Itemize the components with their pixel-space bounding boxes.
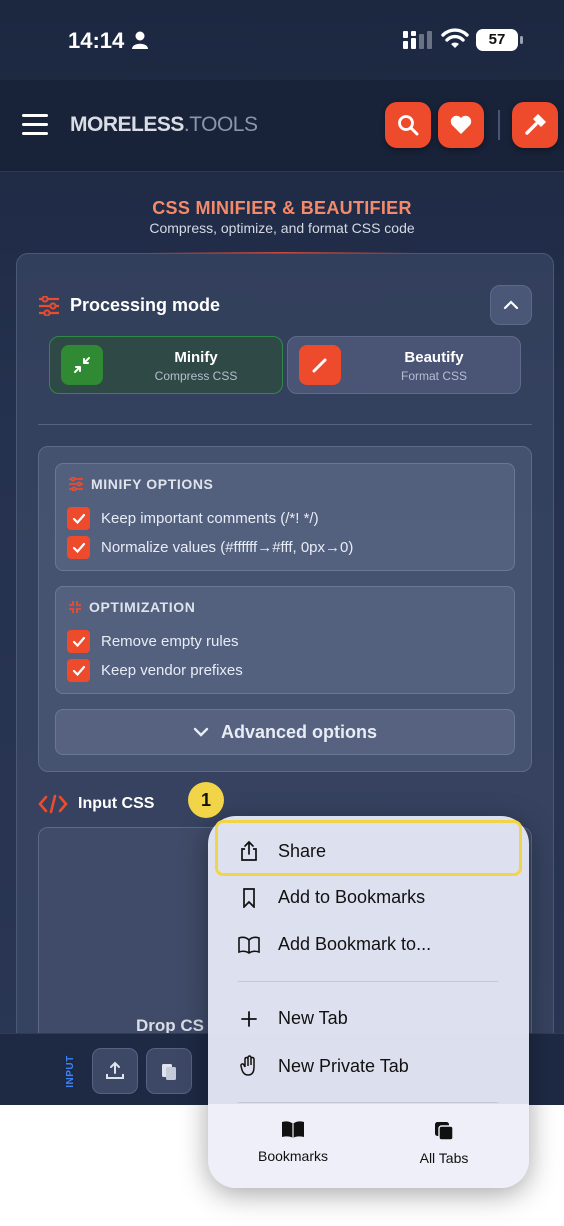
option-keep-important-comments[interactable]: Keep important comments (/*! */) — [67, 507, 319, 530]
input-css-title: Input CSS — [78, 795, 155, 812]
mode-minify-label: Minify — [174, 349, 218, 366]
compress-icon — [61, 345, 103, 385]
minify-options-title: MINIFY OPTIONS — [91, 476, 214, 492]
input-tag: INPUT — [64, 1055, 76, 1088]
paste-icon — [162, 1064, 176, 1080]
mode-beautify-sub: Format CSS — [400, 369, 467, 383]
search-icon — [398, 115, 419, 136]
mode-minify-sub: Compress CSS — [154, 369, 238, 383]
paste-button[interactable] — [146, 1048, 192, 1094]
menu-item-new-private-tab[interactable]: New Private Tab — [238, 1055, 409, 1077]
bookmarks-icon — [282, 1121, 304, 1138]
checkbox[interactable] — [67, 659, 90, 682]
upload-icon — [106, 1061, 124, 1079]
favorites-button[interactable] — [438, 102, 484, 148]
upload-button[interactable] — [92, 1048, 138, 1094]
cellular-signal-icon — [403, 31, 432, 49]
status-time: 14:14 — [68, 28, 125, 53]
heart-icon — [450, 115, 472, 134]
menu-footer: Bookmarks All Tabs — [208, 1104, 529, 1188]
chevron-up-icon — [503, 300, 519, 310]
sliders-icon — [39, 296, 59, 316]
annotation-step-badge: 1 — [188, 782, 224, 818]
site-header: MORELESS.TOOLS — [0, 80, 564, 172]
menu-item-add-to-bookmarks[interactable]: Add to Bookmarks — [238, 887, 425, 908]
menu-icon[interactable] — [22, 114, 48, 136]
footer-label: All Tabs — [419, 1150, 469, 1166]
check-icon — [72, 636, 85, 647]
footer-all-tabs-button[interactable]: All Tabs — [404, 1120, 484, 1166]
annotation-highlight — [215, 820, 522, 876]
compress-icon — [69, 601, 81, 613]
option-label: Normalize values (#ffffff→#fff, 0px→0) — [101, 539, 354, 556]
check-icon — [72, 542, 85, 553]
optimization-title: OPTIMIZATION — [89, 599, 196, 615]
checkbox[interactable] — [67, 536, 90, 559]
menu-divider — [238, 981, 498, 982]
advanced-options-label: Advanced options — [220, 721, 377, 742]
input-css-header: Input CSS — [38, 794, 154, 814]
mode-beautify-button[interactable]: Beautify Format CSS — [287, 336, 521, 394]
checkbox[interactable] — [67, 630, 90, 653]
option-label: Remove empty rules — [101, 633, 239, 650]
option-keep-vendor-prefixes[interactable]: Keep vendor prefixes — [67, 659, 243, 682]
wand-icon — [299, 345, 341, 385]
menu-item-label: Add Bookmark to... — [278, 934, 432, 954]
option-remove-empty-rules[interactable]: Remove empty rules — [67, 630, 239, 653]
book-icon — [238, 936, 260, 954]
menu-item-label: New Private Tab — [278, 1055, 409, 1076]
tabs-icon — [435, 1122, 454, 1141]
check-icon — [72, 665, 85, 676]
site-logo[interactable]: MORELESS.TOOLS — [70, 113, 258, 137]
processing-mode-title: Processing mode — [70, 295, 221, 315]
checkbox[interactable] — [67, 507, 90, 530]
menu-item-label: New Tab — [278, 1008, 348, 1028]
tools-button[interactable] — [512, 102, 558, 148]
minify-options-group: MINIFY OPTIONS Keep important comments (… — [55, 463, 515, 571]
option-label: Keep vendor prefixes — [101, 662, 243, 679]
optimization-group: OPTIMIZATION Remove empty rules Keep ven… — [55, 586, 515, 694]
advanced-options-button[interactable]: Advanced options — [55, 709, 515, 755]
menu-item-new-tab[interactable]: New Tab — [238, 1008, 348, 1029]
menu-divider — [238, 1102, 498, 1103]
option-normalize-values[interactable]: Normalize values (#ffffff→#fff, 0px→0) — [67, 536, 353, 559]
section-divider — [38, 424, 532, 425]
page-title: CSS MINIFIER & BEAUTIFIER — [152, 198, 412, 218]
menu-item-label: Add to Bookmarks — [278, 887, 426, 907]
chevron-down-icon — [193, 727, 209, 737]
plus-icon — [241, 1010, 257, 1027]
collapse-button[interactable] — [490, 285, 532, 325]
footer-label: Bookmarks — [257, 1148, 329, 1164]
sliders-icon — [69, 477, 83, 491]
page-subtitle: Compress, optimize, and format CSS code — [149, 220, 415, 236]
hand-icon — [240, 1055, 255, 1076]
mode-minify-button[interactable]: Minify Compress CSS — [49, 336, 283, 394]
bookmark-icon — [243, 887, 255, 908]
check-icon — [72, 513, 85, 524]
status-bar: 14:14 57 — [0, 0, 564, 80]
header-divider — [498, 110, 500, 140]
option-label: Keep important comments (/*! */) — [101, 510, 319, 527]
hammer-icon — [525, 114, 546, 135]
search-button[interactable] — [385, 102, 431, 148]
wifi-icon — [441, 28, 469, 48]
code-icon — [38, 794, 68, 814]
battery-indicator: 57 — [476, 29, 523, 51]
menu-item-add-bookmark-to[interactable]: Add Bookmark to... — [238, 934, 431, 955]
mode-beautify-label: Beautify — [404, 349, 464, 366]
person-icon — [132, 31, 148, 49]
footer-bookmarks-button[interactable]: Bookmarks — [248, 1120, 338, 1164]
